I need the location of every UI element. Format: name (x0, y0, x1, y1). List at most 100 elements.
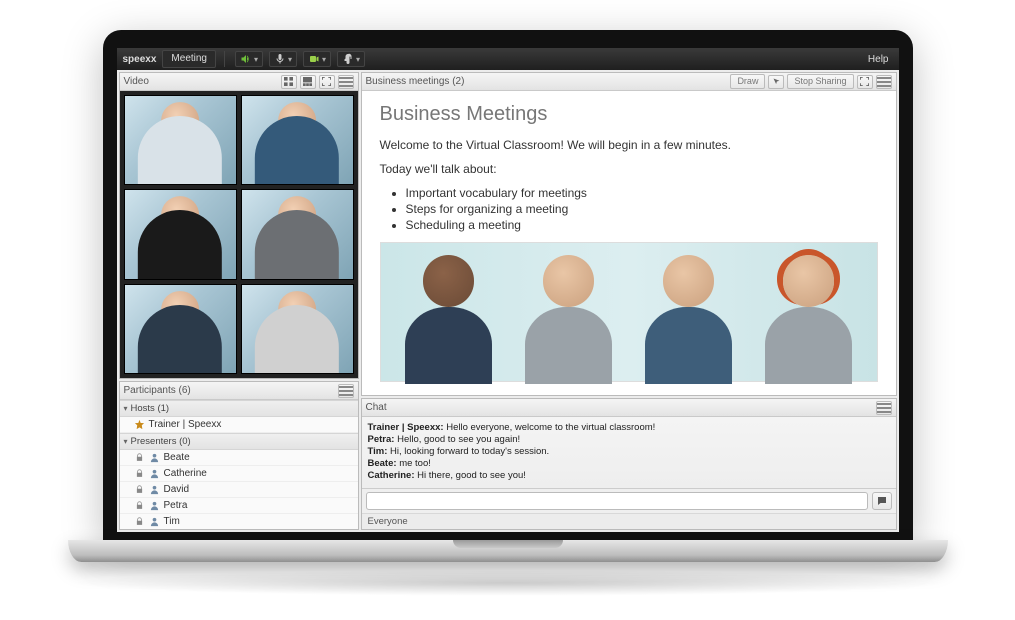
webcam-button[interactable]: ▾ (303, 51, 331, 67)
video-thumb[interactable] (124, 189, 237, 279)
video-thumb[interactable] (241, 189, 354, 279)
video-thumb[interactable] (124, 284, 237, 374)
content-share-panel: Business meetings (2) Draw Stop Sharing … (361, 72, 897, 396)
participant-name: Beate (164, 452, 190, 463)
chat-send-button[interactable] (872, 492, 892, 510)
video-thumb[interactable] (241, 284, 354, 374)
content-title: Business meetings (2) (366, 76, 465, 87)
fullscreen-icon (322, 77, 331, 86)
participant-name: David (164, 484, 190, 495)
user-icon (149, 452, 160, 463)
menu-icon (339, 386, 353, 396)
participant-row[interactable]: Catherine (120, 466, 358, 482)
participant-row[interactable]: Trainer | Speexx (120, 417, 358, 433)
participants-title: Participants (6) (124, 385, 191, 396)
chat-message: Petra: Hello, good to see you again! (368, 434, 890, 445)
chat-bubble-icon (876, 495, 888, 507)
participants-panel: Participants (6) ▾ Hosts (1) (119, 381, 359, 530)
panel-menu-button[interactable] (876, 401, 892, 415)
user-icon (149, 484, 160, 495)
brand-label: speexx (123, 54, 157, 65)
lock-icon (134, 468, 145, 479)
caret-down-icon: ▾ (356, 55, 360, 64)
stop-sharing-button[interactable]: Stop Sharing (787, 74, 853, 89)
chat-recipient[interactable]: Everyone (362, 513, 896, 529)
menu-icon (339, 77, 353, 87)
doc-illustration (380, 242, 878, 382)
participant-name: Catherine (164, 468, 207, 479)
help-link[interactable]: Help (868, 54, 893, 65)
participant-row[interactable]: Beate (120, 450, 358, 466)
doc-talk-about: Today we'll talk about: (380, 162, 878, 176)
video-thumb[interactable] (241, 95, 354, 185)
mic-button[interactable]: ▾ (269, 51, 297, 67)
group-presenters-label: Presenters (0) (131, 436, 191, 447)
content-header: Business meetings (2) Draw Stop Sharing (362, 73, 896, 91)
group-presenters[interactable]: ▾ Presenters (0) (120, 433, 358, 450)
fullscreen-button[interactable] (319, 75, 335, 89)
lock-icon (134, 516, 145, 527)
group-hosts[interactable]: ▾ Hosts (1) (120, 400, 358, 417)
chat-message: Beate: me too! (368, 458, 890, 469)
chat-input-row (362, 488, 896, 513)
video-thumb[interactable] (124, 95, 237, 185)
fullscreen-icon (860, 77, 869, 86)
speaker-icon (240, 53, 252, 65)
pointer-button[interactable] (768, 75, 784, 89)
chat-log: Trainer | Speexx: Hello everyone, welcom… (362, 417, 896, 488)
participant-row[interactable]: Tim (120, 514, 358, 529)
chevron-down-icon: ▾ (124, 437, 128, 446)
caret-down-icon: ▾ (254, 55, 258, 64)
app-screen: speexx Meeting ▾ ▾ ▾ ▾ (117, 48, 899, 532)
participant-name: Trainer | Speexx (149, 419, 222, 430)
meeting-menu[interactable]: Meeting (162, 50, 216, 68)
doc-welcome: Welcome to the Virtual Classroom! We wil… (380, 138, 878, 152)
doc-bullet: Steps for organizing a meeting (406, 202, 878, 216)
shared-document: Business Meetings Welcome to the Virtual… (362, 91, 896, 395)
panel-menu-button[interactable] (338, 384, 354, 398)
chat-input[interactable] (366, 492, 868, 510)
lock-icon (134, 500, 145, 511)
video-panel-header: Video (120, 73, 358, 91)
filmstrip-icon (303, 77, 312, 86)
user-icon (149, 516, 160, 527)
raise-hand-button[interactable]: ▾ (337, 51, 365, 67)
filmstrip-view-button[interactable] (300, 75, 316, 89)
caret-down-icon: ▾ (288, 55, 292, 64)
video-panel-title: Video (124, 76, 149, 87)
participants-header: Participants (6) (120, 382, 358, 400)
webcam-icon (308, 53, 320, 65)
chat-title: Chat (366, 402, 387, 413)
menu-icon (877, 403, 891, 413)
doc-bullets: Important vocabulary for meetings Steps … (380, 186, 878, 232)
user-icon (149, 468, 160, 479)
doc-heading: Business Meetings (380, 103, 878, 126)
lock-icon (134, 452, 145, 463)
user-icon (149, 500, 160, 511)
caret-down-icon: ▾ (322, 55, 326, 64)
pointer-icon (772, 77, 781, 86)
panel-menu-button[interactable] (876, 75, 892, 89)
video-grid (120, 91, 358, 378)
grid-view-button[interactable] (281, 75, 297, 89)
menu-icon (877, 77, 891, 87)
participant-name: Tim (164, 516, 180, 527)
participant-row[interactable]: Petra (120, 498, 358, 514)
doc-bullet: Important vocabulary for meetings (406, 186, 878, 200)
chat-message: Tim: Hi, looking forward to today's sess… (368, 446, 890, 457)
panel-menu-button[interactable] (338, 75, 354, 89)
chat-header: Chat (362, 399, 896, 417)
doc-bullet: Scheduling a meeting (406, 218, 878, 232)
raise-hand-icon (342, 53, 354, 65)
participant-row[interactable]: David (120, 482, 358, 498)
host-star-icon (134, 419, 145, 430)
draw-button[interactable]: Draw (730, 74, 765, 89)
grid-icon (284, 77, 293, 86)
top-toolbar: speexx Meeting ▾ ▾ ▾ ▾ (117, 48, 899, 70)
chat-message: Catherine: Hi there, good to see you! (368, 470, 890, 481)
fullscreen-button[interactable] (857, 75, 873, 89)
chat-message: Trainer | Speexx: Hello everyone, welcom… (368, 422, 890, 433)
speaker-button[interactable]: ▾ (235, 51, 263, 67)
lock-icon (134, 484, 145, 495)
group-hosts-label: Hosts (1) (131, 403, 170, 414)
